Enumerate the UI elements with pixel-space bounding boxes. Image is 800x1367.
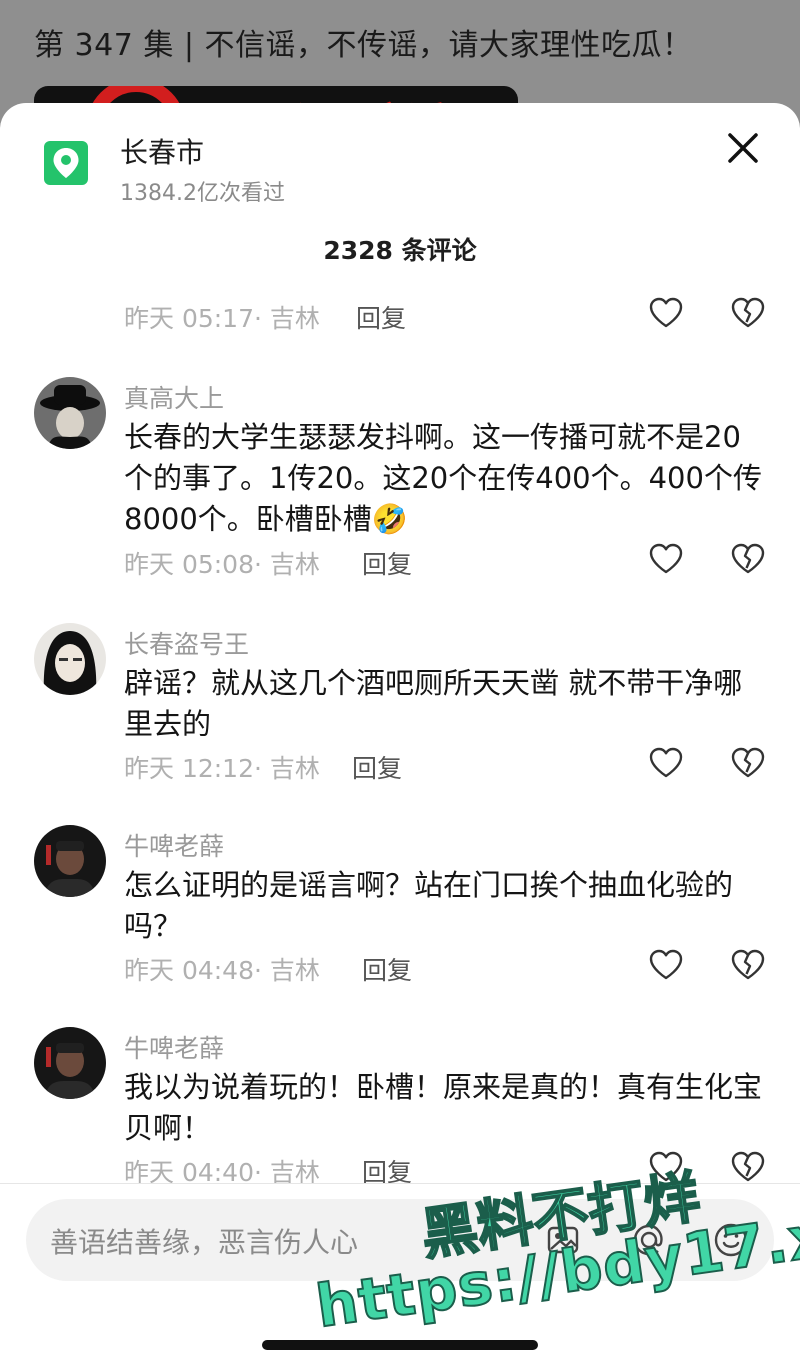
comment-meta: 昨天 05:17· 吉林 — [124, 304, 320, 333]
comment-place: 吉林 — [269, 550, 320, 579]
avatar[interactable] — [34, 825, 106, 897]
video-caption: 第 347 集 | 不信谣，不传谣，请大家理性吃瓜！ — [34, 28, 693, 63]
location-views: 1384.2亿次看过 — [120, 181, 285, 206]
like-icon[interactable] — [648, 745, 684, 781]
location-pin-icon[interactable] — [44, 141, 88, 185]
comment-meta: 昨天 04:48· 吉林 — [124, 956, 320, 985]
reply-button[interactable]: 回复 — [356, 299, 406, 335]
comment-text: 怎么证明的是谣言啊？站在门口挨个抽血化验的吗？ — [124, 868, 734, 943]
avatar[interactable] — [34, 377, 106, 449]
comment-author[interactable]: 牛啤老薛 — [124, 1029, 224, 1065]
comment-author[interactable]: 真高大上 — [124, 379, 224, 415]
comment-input-placeholder: 善语结善缘，恶言伤人心 — [50, 1226, 359, 1259]
broken-heart-icon[interactable] — [730, 295, 766, 331]
comment-author[interactable]: 牛啤老薛 — [124, 827, 224, 863]
comment-place: 吉林 — [269, 956, 320, 985]
comment-text: 我以为说着玩的！卧槽！原来是真的！真有生化宝贝啊！ — [124, 1070, 763, 1145]
comment-time: 昨天 12:12 — [124, 754, 254, 783]
comment-time: 昨天 05:08 — [124, 550, 254, 579]
reply-button[interactable]: 回复 — [362, 951, 412, 987]
comment-place: 吉林 — [269, 304, 320, 333]
like-icon[interactable] — [648, 947, 684, 983]
broken-heart-icon[interactable] — [730, 541, 766, 577]
comment-place: 吉林 — [269, 754, 320, 783]
broken-heart-icon[interactable] — [730, 1149, 766, 1185]
comment-text: 辟谣？就从这几个酒吧厕所天天凿 就不带干净哪里去的 — [124, 666, 743, 741]
reply-button[interactable]: 回复 — [352, 749, 402, 785]
comment-meta: 昨天 05:08· 吉林 — [124, 550, 320, 579]
close-icon[interactable] — [724, 129, 762, 167]
like-icon[interactable] — [648, 541, 684, 577]
reply-button[interactable]: 回复 — [362, 545, 412, 581]
broken-heart-icon[interactable] — [730, 745, 766, 781]
comment-author[interactable]: 长春盗号王 — [124, 625, 249, 661]
comment-count: 2328 条评论 — [323, 236, 477, 265]
comment-time: 昨天 04:48 — [124, 956, 254, 985]
broken-heart-icon[interactable] — [730, 947, 766, 983]
like-icon[interactable] — [648, 295, 684, 331]
avatar[interactable] — [34, 623, 106, 695]
avatar[interactable] — [34, 1027, 106, 1099]
comment-meta: 昨天 12:12· 吉林 — [124, 754, 320, 783]
home-indicator[interactable] — [262, 1340, 538, 1350]
comment-time: 昨天 05:17 — [124, 304, 254, 333]
comment-text: 长春的大学生瑟瑟发抖啊。这一传播可就不是20个的事了。1传20。这20个在传40… — [124, 420, 762, 536]
location-title[interactable]: 长春市 — [120, 131, 204, 171]
